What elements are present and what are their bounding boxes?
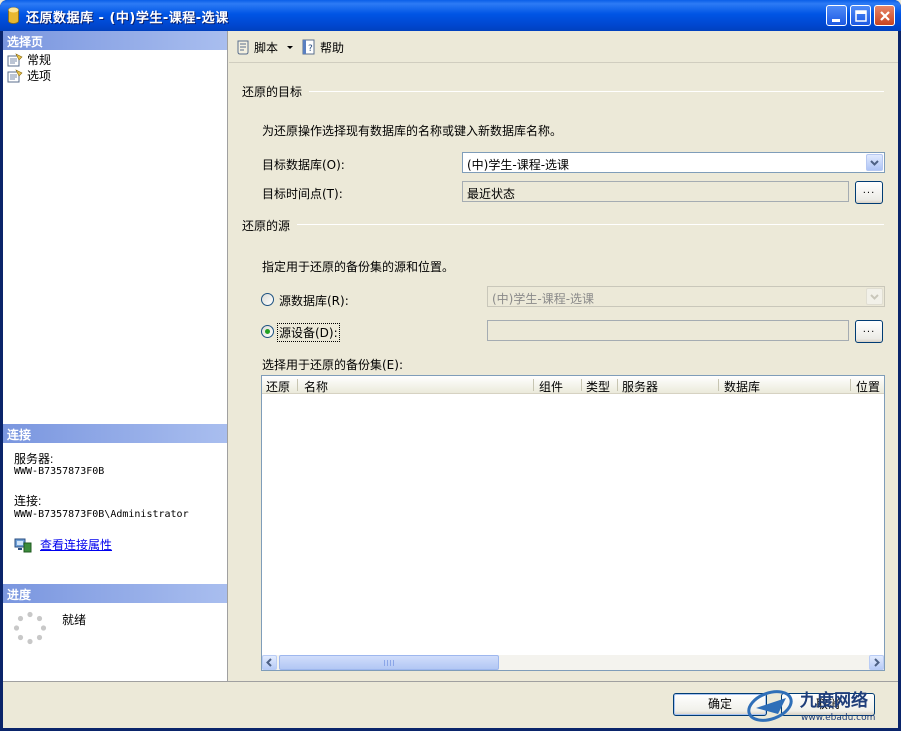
close-button[interactable] [874, 5, 895, 26]
target-database-dropdown-button[interactable] [866, 154, 883, 171]
column-separator [850, 379, 851, 391]
scroll-thumb[interactable] [279, 655, 499, 670]
from-database-dropdown-button[interactable] [866, 288, 883, 305]
backup-sets-grid[interactable]: 还原 名称 组件 类型 服务器 数据库 位置 [261, 375, 885, 671]
connection-label: 连接: [14, 494, 42, 508]
connection-value: WWW-B7357873F0B\Administrator [14, 509, 189, 520]
column-server[interactable]: 服务器 [622, 378, 658, 395]
target-time-value: 最近状态 [467, 187, 516, 201]
database-icon [8, 7, 19, 24]
column-restore[interactable]: 还原 [266, 378, 290, 395]
from-database-radio[interactable] [261, 293, 274, 306]
from-database-label[interactable]: 源数据库(R): [279, 292, 349, 309]
select-page-header: 选择页 [3, 31, 227, 50]
connection-properties-icon [14, 538, 32, 552]
column-separator [617, 379, 618, 391]
chevron-down-icon [287, 46, 294, 49]
chevron-down-icon [870, 160, 879, 166]
watermark-logo: 九度网络 www.ebadu.com [747, 690, 875, 723]
progress-header: 进度 [3, 584, 227, 603]
view-connection-properties-link[interactable]: 查看连接属性 [40, 536, 112, 553]
maximize-button[interactable] [850, 5, 871, 26]
chevron-right-icon [874, 658, 880, 667]
scroll-grip [384, 660, 394, 666]
script-button[interactable]: 脚本 [235, 38, 295, 56]
target-time-label: 目标时间点(T): [262, 187, 343, 201]
from-database-value: (中)学生-课程-选课 [492, 292, 595, 306]
target-group-title: 还原的目标 [242, 85, 303, 99]
chevron-left-icon [266, 658, 272, 667]
source-group-title: 还原的源 [242, 219, 291, 233]
toolbar: 脚本 ? 帮助 [229, 31, 898, 63]
title-bar[interactable]: 还原数据库 - (中)学生-课程-选课 [0, 0, 901, 31]
svg-text:?: ? [308, 44, 313, 54]
column-database[interactable]: 数据库 [724, 378, 760, 395]
horizontal-scrollbar[interactable] [262, 655, 884, 670]
left-panel: 选择页 常规 选项 连接 服务器: WWW-B7357873F0B 连接: WW… [3, 31, 228, 681]
minimize-button[interactable] [826, 5, 847, 26]
watermark-text: 九度网络 [799, 690, 868, 711]
close-icon [880, 11, 890, 21]
from-device-field[interactable] [487, 320, 849, 341]
column-separator [533, 379, 534, 391]
maximize-icon [855, 10, 867, 22]
source-instruction: 指定用于还原的备份集的源和位置。 [262, 260, 455, 274]
server-value: WWW-B7357873F0B [14, 466, 105, 477]
right-panel: 脚本 ? 帮助 还原的目标 为还原操作选择现有数据库的名称或键入新数据库名称。 … [229, 31, 898, 681]
target-time-browse-button[interactable]: ... [855, 181, 883, 204]
page-icon [7, 52, 23, 66]
from-device-radio[interactable] [261, 325, 274, 338]
help-label: 帮助 [320, 40, 345, 55]
help-button[interactable]: ? 帮助 [301, 38, 344, 56]
column-type[interactable]: 类型 [586, 378, 610, 395]
page-general[interactable]: 常规 [7, 52, 51, 67]
restore-database-window: 还原数据库 - (中)学生-课程-选课 选择页 常规 选项 连接 服务器: WW… [0, 0, 901, 731]
column-location[interactable]: 位置 [856, 378, 880, 395]
window-title: 还原数据库 - (中)学生-课程-选课 [26, 11, 229, 26]
minimize-icon [832, 19, 840, 22]
scroll-left-button[interactable] [262, 655, 277, 670]
target-time-field[interactable]: 最近状态 [462, 181, 849, 202]
column-separator [297, 379, 298, 391]
progress-spinner-icon [13, 611, 47, 645]
chevron-down-icon [870, 294, 879, 300]
page-general-label: 常规 [27, 53, 52, 67]
column-name[interactable]: 名称 [304, 378, 328, 395]
backup-sets-label: 选择用于还原的备份集(E): [262, 358, 403, 372]
dialog-client-area: 选择页 常规 选项 连接 服务器: WWW-B7357873F0B 连接: WW… [3, 31, 898, 728]
target-database-combo[interactable]: (中)学生-课程-选课 [462, 152, 885, 173]
column-separator [718, 379, 719, 391]
server-label: 服务器: [14, 452, 54, 466]
target-group-divider [309, 91, 884, 92]
progress-status: 就绪 [62, 613, 87, 627]
from-device-label[interactable]: 源设备(D): [277, 323, 340, 342]
source-group-divider [297, 224, 884, 225]
from-device-browse-button[interactable]: ... [855, 320, 883, 343]
script-icon [237, 40, 249, 55]
backup-sets-header: 还原 名称 组件 类型 服务器 数据库 位置 [262, 376, 884, 394]
from-database-combo[interactable]: (中)学生-课程-选课 [487, 286, 885, 307]
help-icon: ? [302, 39, 315, 55]
page-options-label: 选项 [27, 69, 52, 83]
watermark-url: www.ebadu.com [801, 713, 875, 723]
view-connection-properties[interactable]: 查看连接属性 [14, 536, 112, 553]
column-component[interactable]: 组件 [539, 378, 563, 395]
target-instruction: 为还原操作选择现有数据库的名称或键入新数据库名称。 [262, 124, 563, 138]
target-database-value: (中)学生-课程-选课 [467, 158, 570, 172]
page-options[interactable]: 选项 [7, 68, 51, 83]
script-label: 脚本 [254, 40, 279, 55]
column-separator [581, 379, 582, 391]
connection-header: 连接 [3, 424, 227, 443]
target-database-label: 目标数据库(O): [262, 158, 345, 172]
page-icon [7, 68, 23, 82]
scroll-right-button[interactable] [869, 655, 884, 670]
